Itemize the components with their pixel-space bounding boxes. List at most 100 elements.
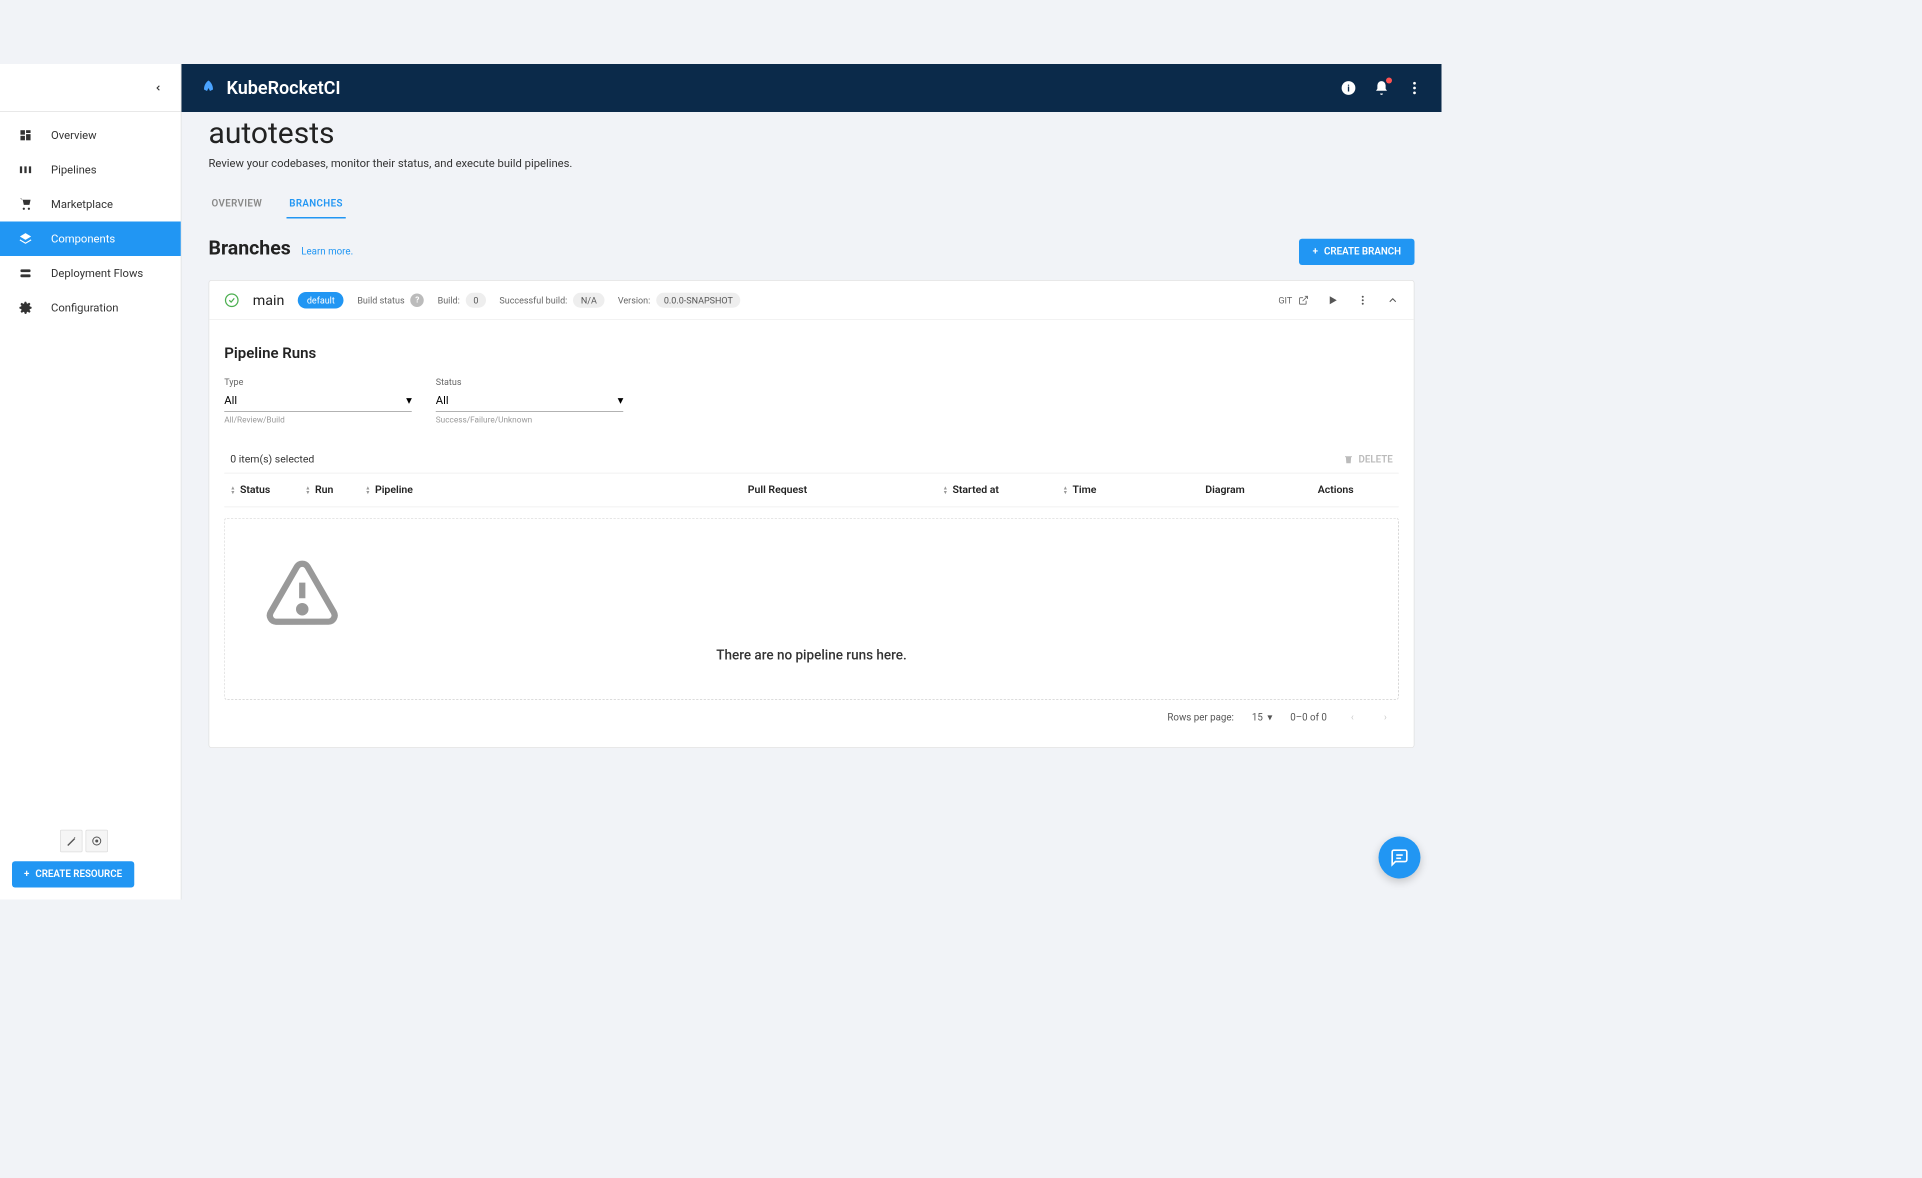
- sidebar-item-label: Marketplace: [51, 198, 113, 212]
- brand[interactable]: KubeRocketCI: [200, 78, 341, 99]
- sidebar-nav: Overview Pipelines Marketplace Component…: [0, 112, 181, 818]
- question-icon: ?: [411, 293, 425, 307]
- layers-icon: [18, 232, 33, 246]
- branch-card: main default Build status? Build: 0 Succe…: [209, 280, 1415, 748]
- rows-per-page-select[interactable]: 15 ▾: [1252, 712, 1272, 723]
- settings-tool-button[interactable]: [86, 830, 109, 853]
- create-branch-button[interactable]: + CREATE BRANCH: [1299, 239, 1414, 265]
- build-value: 0: [466, 292, 486, 307]
- col-pipeline: Pipeline: [375, 484, 413, 496]
- learn-more-link[interactable]: Learn more.: [301, 246, 353, 257]
- create-resource-button[interactable]: + CREATE RESOURCE: [12, 861, 134, 887]
- build-status-label: Build status: [357, 295, 404, 306]
- plus-icon: +: [1313, 246, 1318, 257]
- branch-name: main: [253, 291, 285, 308]
- sidebar-item-components[interactable]: Components: [0, 222, 181, 257]
- sidebar-item-label: Configuration: [51, 301, 118, 315]
- chat-icon: [1390, 848, 1410, 868]
- flows-icon: [18, 267, 33, 281]
- sidebar-item-overview[interactable]: Overview: [0, 118, 181, 153]
- sort-icon[interactable]: ▲▼: [230, 486, 235, 495]
- main-content: Components / autotests GIT autotests Rev…: [182, 64, 1442, 852]
- page-title: autotests: [209, 115, 1415, 150]
- tab-overview[interactable]: OVERVIEW: [209, 191, 266, 219]
- sidebar-item-label: Overview: [51, 129, 97, 143]
- version-value: 0.0.0-SNAPSHOT: [656, 292, 740, 307]
- table-header: ▲▼Status ▲▼Run ▲▼Pipeline Pull Request ▲…: [224, 473, 1399, 508]
- notifications-button[interactable]: [1373, 79, 1391, 97]
- topbar: KubeRocketCI i: [182, 64, 1442, 112]
- pipelines-icon: [18, 163, 33, 177]
- create-branch-label: CREATE BRANCH: [1324, 246, 1401, 257]
- filter-type: Type All ▾ All/Review/Build: [224, 377, 412, 425]
- chat-fab-button[interactable]: [1379, 837, 1421, 879]
- success-build-value: N/A: [573, 292, 604, 307]
- sidebar-item-label: Deployment Flows: [51, 267, 143, 281]
- sidebar-item-label: Pipelines: [51, 163, 97, 177]
- filter-status-value: All: [436, 393, 449, 407]
- sort-icon[interactable]: ▲▼: [365, 486, 370, 495]
- prev-page-button[interactable]: ‹: [1345, 712, 1360, 723]
- sidebar-item-label: Components: [51, 232, 115, 246]
- filter-status: Status All ▾ Success/Failure/Unknown: [436, 377, 624, 425]
- empty-state: There are no pipeline runs here.: [224, 518, 1399, 700]
- branch-header: main default Build status? Build: 0 Succe…: [209, 281, 1414, 320]
- page-range: 0–0 of 0: [1290, 712, 1327, 723]
- check-circle-icon: [224, 292, 239, 307]
- selected-count: 0 item(s) selected: [230, 453, 314, 465]
- sidebar-footer: + CREATE RESOURCE: [0, 818, 181, 900]
- sidebar-collapse-button[interactable]: [0, 64, 181, 112]
- rows-per-page-label: Rows per page:: [1167, 712, 1234, 723]
- empty-message: There are no pipeline runs here.: [261, 648, 1362, 664]
- cart-icon: [18, 198, 33, 212]
- info-button[interactable]: i: [1340, 79, 1358, 97]
- dashboard-icon: [18, 129, 33, 143]
- col-pull-request: Pull Request: [748, 484, 807, 496]
- more-button[interactable]: [1406, 79, 1424, 97]
- col-started-at: Started at: [952, 484, 998, 496]
- filter-type-label: Type: [224, 377, 412, 388]
- delete-selected-button[interactable]: DELETE: [1344, 454, 1393, 465]
- version-label: Version:: [618, 295, 650, 306]
- sidebar: Overview Pipelines Marketplace Component…: [0, 64, 182, 900]
- app-name: KubeRocketCI: [227, 78, 341, 99]
- gear-icon: [18, 301, 33, 315]
- success-build-label: Successful build:: [499, 295, 567, 306]
- col-actions: Actions: [1318, 484, 1354, 496]
- filter-status-select[interactable]: All ▾: [436, 389, 624, 412]
- sidebar-item-configuration[interactable]: Configuration: [0, 291, 181, 326]
- sidebar-item-marketplace[interactable]: Marketplace: [0, 187, 181, 222]
- create-resource-label: CREATE RESOURCE: [35, 869, 122, 880]
- wand-tool-button[interactable]: [60, 830, 83, 853]
- branches-title: Branches: [209, 237, 291, 260]
- chevron-left-icon: [154, 83, 163, 92]
- build-label: Build:: [438, 295, 460, 306]
- rows-per-page-value: 15: [1252, 712, 1263, 723]
- chevron-down-icon: ▾: [618, 393, 624, 407]
- branch-git-label: GIT: [1278, 295, 1292, 306]
- sort-icon[interactable]: ▲▼: [943, 486, 948, 495]
- filter-status-help: Success/Failure/Unknown: [436, 415, 624, 425]
- pipeline-runs-title: Pipeline Runs: [224, 344, 1399, 362]
- filter-type-value: All: [224, 393, 237, 407]
- tabs: OVERVIEW BRANCHES: [209, 191, 1415, 220]
- plus-icon: +: [24, 869, 29, 880]
- next-page-button[interactable]: ›: [1378, 712, 1393, 723]
- play-button[interactable]: [1327, 294, 1339, 306]
- col-run: Run: [315, 484, 333, 496]
- col-time: Time: [1072, 484, 1096, 496]
- sort-icon[interactable]: ▲▼: [1063, 486, 1068, 495]
- sidebar-item-deployment-flows[interactable]: Deployment Flows: [0, 256, 181, 291]
- page-subtitle: Review your codebases, monitor their sta…: [209, 156, 1415, 170]
- branch-git-link[interactable]: GIT: [1278, 295, 1308, 306]
- collapse-button[interactable]: [1387, 294, 1399, 306]
- sidebar-item-pipelines[interactable]: Pipelines: [0, 153, 181, 188]
- branch-more-button[interactable]: [1357, 294, 1369, 306]
- chevron-down-icon: ▾: [406, 393, 412, 407]
- warning-icon: [261, 555, 1362, 630]
- delete-label: DELETE: [1359, 454, 1393, 465]
- sort-icon[interactable]: ▲▼: [305, 486, 310, 495]
- filter-type-select[interactable]: All ▾: [224, 389, 412, 412]
- default-badge: default: [298, 292, 344, 309]
- tab-branches[interactable]: BRANCHES: [286, 191, 346, 219]
